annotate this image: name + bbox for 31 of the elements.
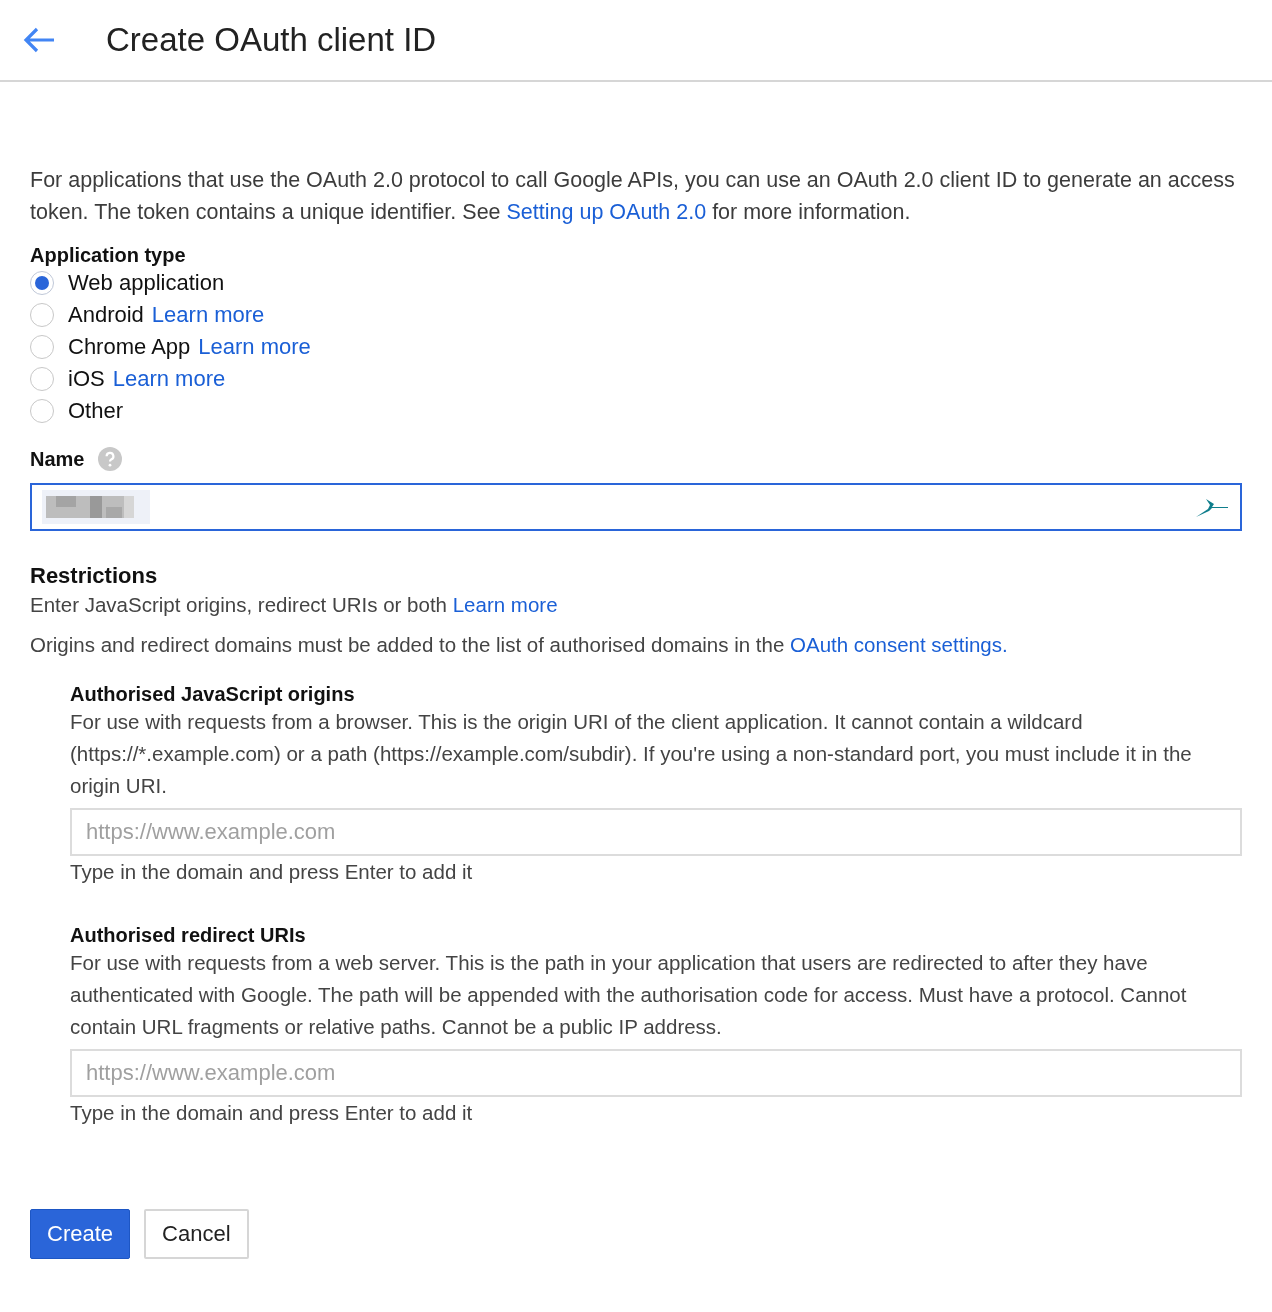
uri-input[interactable]: https://www.example.com (70, 808, 1242, 856)
setup-link[interactable]: Setting up OAuth 2.0 (506, 200, 707, 224)
name-label: Name (30, 447, 85, 471)
create-button[interactable]: Create (30, 1209, 131, 1259)
intro-text: For applications that use the OAuth 2.0 protocol to call Google APIs, you can use an OAuth 2.0 client ID to generate an access token. The token contains a unique identifier. See Setting up OAuth 2.0 for more information. (30, 167, 1236, 226)
name-field[interactable] (30, 483, 1242, 531)
section-description: For use with requests from a web server. This is the path in your application that users are redirected to after they have authenticated with Google. The path will be appended with the authorisation code for access. Must have a protocol. Cannot contain URL fragments or relative paths. Cannot be a public IP address. (70, 950, 1188, 1040)
option-label[interactable]: Web application (68, 270, 225, 296)
restrictions-description: Enter JavaScript origins, redirect URIs or both Learn more (30, 592, 559, 618)
learn-more-link[interactable]: Learn more (198, 334, 311, 360)
option-label[interactable]: Chrome App (68, 334, 191, 360)
option-label[interactable]: iOS (68, 366, 105, 392)
back-arrow-icon[interactable] (22, 26, 56, 54)
input-hint: Type in the domain and press Enter to add it (70, 1101, 474, 1125)
restrictions-title: Restrictions (30, 563, 159, 589)
help-icon[interactable] (98, 447, 123, 471)
consent-settings-link[interactable]: OAuth consent settings. (790, 633, 1008, 656)
page-title: Create OAuth client ID (106, 21, 437, 59)
option-label[interactable]: Android (68, 302, 144, 328)
option-label[interactable]: Other (68, 398, 124, 424)
learn-more-link[interactable]: Learn more (151, 302, 265, 328)
application-type-label: Application type (30, 244, 187, 267)
restrictions-note: Origins and redirect domains must be added to the list of authorised domains in the OAuth consent settings. (30, 632, 1009, 658)
cancel-button[interactable]: Cancel (144, 1209, 249, 1259)
section-title: Authorised redirect URIs (70, 924, 307, 947)
learn-more-link[interactable]: Learn more (112, 366, 226, 392)
learn-more-link[interactable]: Learn more (452, 593, 558, 616)
input-hint: Type in the domain and press Enter to add it (70, 860, 474, 884)
section-description: For use with requests from a browser. This is the origin URI of the client application. It cannot contain a wildcard (https://*.example.com) or a path (https://example.com/subdir). If you're using a non-standard port, you must include it in the origin URI. (70, 709, 1193, 799)
section-title: Authorised JavaScript origins (70, 683, 356, 706)
uri-input[interactable]: https://www.example.com (70, 1049, 1242, 1097)
